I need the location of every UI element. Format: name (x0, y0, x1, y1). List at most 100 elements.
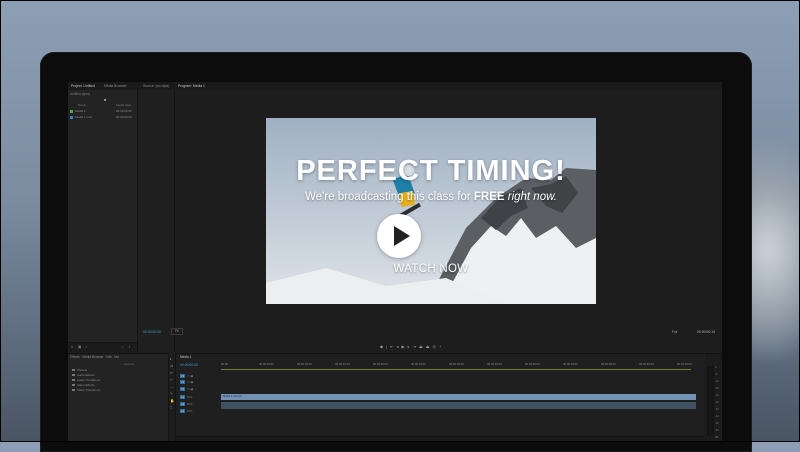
meter-label: -42 (715, 415, 719, 418)
list-view-icon[interactable]: ≡ (71, 345, 73, 349)
ruler-tick-label: 00:00:50:00 (601, 362, 616, 366)
folder-icon (72, 389, 75, 392)
time-ruler[interactable]: 00:00 00:00:05:00 00:00:10:00 00:00:15:00 00… (221, 362, 704, 368)
selection-tool-icon[interactable]: ▸ (170, 357, 172, 361)
meter-label: -54 (715, 429, 719, 432)
list-item[interactable]: Audio Transitions (72, 378, 100, 382)
meter-label: -24 (715, 394, 719, 397)
tab-source[interactable]: Source: (no clips) (143, 83, 169, 89)
tab-media-browser-2[interactable]: Media Browser (82, 355, 103, 359)
ruler-tick-label: 00:00:40:00 (525, 362, 540, 366)
hand-tool-icon[interactable]: ✋ (170, 399, 174, 403)
play-icon (394, 226, 410, 246)
effects-panel: Effects Media Browser Info Ma ▭▭▭ Preset… (68, 353, 169, 442)
fit-dropdown[interactable]: Fit (171, 328, 183, 335)
folder-icon (72, 384, 75, 387)
track-header-v1[interactable]: V1 ▭ ◉ (180, 387, 193, 391)
folder-icon (72, 369, 75, 372)
meter-label: -12 (715, 380, 719, 383)
settings-plus-icon[interactable]: + (439, 344, 444, 349)
ruler-tick-label: 00:00:10:00 (297, 362, 312, 366)
source-panel (138, 90, 175, 352)
tab-program[interactable]: Program: Media 1 (178, 83, 205, 89)
ripple-edit-icon[interactable]: ⇹ (170, 371, 173, 375)
list-item[interactable]: Media 1.mov 00:00:00:00 (70, 115, 132, 119)
snowboard-scene-image (266, 118, 596, 304)
folder-icon (72, 379, 75, 382)
timeline-timecode[interactable]: 00:00:00:00 (180, 363, 198, 367)
meter-label: -6 (715, 373, 718, 376)
meter-label: -48 (715, 422, 719, 425)
column-media-start[interactable]: Media Start (116, 103, 131, 107)
type-tool-icon[interactable]: T (170, 406, 172, 410)
track-select-icon[interactable]: ⇉ (170, 364, 173, 368)
transport-controls: ◆|⇤◂▶▸⇥⏏⏏◎+ (380, 344, 444, 349)
list-item[interactable]: Presets (72, 368, 87, 372)
audio-meters: 0 -6 -12 -18 -24 -30 -36 -42 -48 -54 dB (705, 353, 722, 442)
meter-label: dB (715, 436, 719, 439)
slip-tool-icon[interactable]: ↔ (170, 385, 174, 389)
ruler-tick-label: 00:00:20:00 (373, 362, 388, 366)
project-toolbar: ≡ ▦ ○ ▫ ▪ (68, 342, 137, 352)
work-area-bar (221, 369, 691, 370)
play-button[interactable] (377, 214, 421, 258)
promo-headline: PERFECT TIMING! (296, 155, 566, 187)
ruler-tick-label: 00:00:25:00 (411, 362, 426, 366)
audio-clip[interactable] (221, 402, 696, 409)
zoom-slider-icon[interactable]: ○ (85, 345, 87, 349)
project-view-icon[interactable]: ■ (104, 97, 106, 102)
timeline-panel: Media 1 00:00:00:00 00:00 00:00:05:00 00:0… (176, 353, 704, 442)
list-item[interactable]: Video Effects (72, 383, 95, 387)
column-name[interactable]: Name (78, 103, 86, 107)
track-header-a3[interactable]: A3 M S (180, 409, 192, 413)
timeline-scrollbar[interactable] (176, 436, 704, 442)
track-header-a1[interactable]: A1 M S (180, 395, 192, 399)
list-item[interactable]: Video Transitions (72, 388, 100, 392)
track-header-v3[interactable]: V3 ▭ ◉ (180, 374, 193, 378)
ruler-tick-label: 00:00 (221, 362, 228, 366)
watch-now-button[interactable]: WATCH NOW (266, 263, 596, 275)
resolution-dropdown[interactable]: Full (672, 330, 677, 334)
program-timecode[interactable]: 00:00:00:00 (143, 330, 161, 334)
list-item[interactable]: Media 1 00:00:00:00 (70, 109, 132, 113)
meter-label: -36 (715, 408, 719, 411)
promo-subline: We're broadcasting this class for FREE r… (305, 191, 557, 203)
ruler-tick-label: 00:00:35:00 (487, 362, 502, 366)
video-clip[interactable]: Media 1.mov [V] (221, 394, 696, 400)
ruler-tick-label: 00:00:15:00 (335, 362, 350, 366)
sequence-tab[interactable]: Media 1 (180, 355, 191, 359)
pen-tool-icon[interactable]: ✎ (170, 392, 173, 396)
tab-effects[interactable]: Effects (70, 355, 80, 359)
lift-icon[interactable]: ⏏ (419, 344, 426, 349)
meter-label: 0 (715, 366, 717, 369)
effects-tabs: Effects Media Browser Info Ma (70, 355, 119, 359)
promo-video-thumbnail[interactable]: PERFECT TIMING! We're broadcasting this … (266, 118, 596, 304)
trash-icon[interactable]: ▪ (129, 345, 130, 349)
tab-markers[interactable]: Ma (114, 355, 118, 359)
list-item[interactable]: Audio Effects (72, 373, 95, 377)
color-label-icon (70, 115, 73, 119)
ruler-tick-label: 00:00:55:00 (639, 362, 654, 366)
ruler-tick-label: 00:00:45:00 (563, 362, 578, 366)
project-panel: Untitled.prproj ■ Name Media Start Media… (68, 90, 138, 352)
effects-search-icon[interactable]: ▭▭▭ (124, 362, 134, 366)
project-title: Untitled.prproj (70, 92, 90, 96)
duration-timecode: 00:00:00:14 (697, 330, 715, 334)
meter-label: -18 (715, 387, 719, 390)
tab-project[interactable]: Project: Untitled (71, 83, 95, 89)
tools-panel: ▸ ⇉ ⇹ ✂ ↔ ✎ ✋ T (169, 353, 176, 442)
meter-left (707, 366, 710, 436)
new-item-icon[interactable]: ▫ (122, 345, 123, 349)
color-label-icon (70, 109, 73, 113)
track-header-v2[interactable]: V2 ▭ ◉ (180, 380, 193, 384)
razor-tool-icon[interactable]: ✂ (170, 378, 173, 382)
meter-right (711, 366, 714, 436)
track-header-a2[interactable]: A2 M S (180, 402, 192, 406)
tab-media-browser[interactable]: Media Browser (104, 83, 127, 89)
meter-label: -30 (715, 401, 719, 404)
ruler-tick-label: 00:01:00:00 (677, 362, 692, 366)
tab-info[interactable]: Info (106, 355, 111, 359)
icon-view-icon[interactable]: ▦ (78, 345, 81, 349)
extract-icon[interactable]: ⏏ (426, 344, 433, 349)
ruler-tick-label: 00:00:05:00 (259, 362, 274, 366)
